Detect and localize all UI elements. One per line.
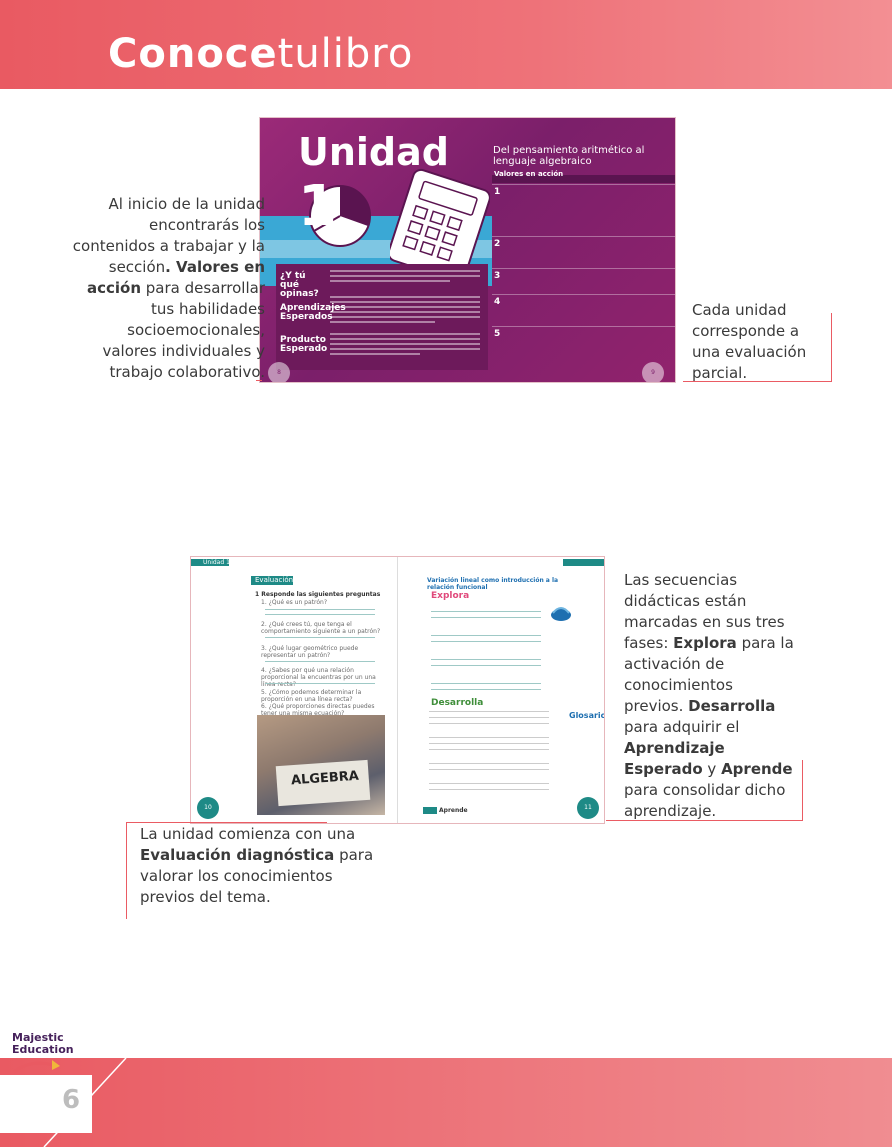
desarrolla-heading: Desarrolla bbox=[431, 698, 484, 708]
answer-line bbox=[431, 659, 541, 660]
unit-row: 1 bbox=[492, 184, 675, 237]
globe-icon bbox=[551, 607, 571, 621]
row-number: 2 bbox=[494, 239, 501, 249]
unit-tag-label: Unidad 1 bbox=[203, 559, 230, 566]
callout-text: para adquirir el bbox=[624, 718, 740, 736]
unit-tag bbox=[563, 559, 604, 566]
row-number: 1 bbox=[494, 187, 501, 197]
page-number-badge: 11 bbox=[577, 797, 599, 819]
title-light: tulibro bbox=[277, 31, 414, 77]
answer-line bbox=[265, 661, 375, 662]
callout-bracket bbox=[256, 262, 262, 381]
text-line bbox=[429, 717, 549, 718]
text-line bbox=[429, 763, 549, 764]
logo-swoosh-icon bbox=[13, 1060, 60, 1074]
callout-bold: Explora bbox=[673, 634, 737, 652]
aprendizajes-label: Aprendizajes Esperados bbox=[280, 303, 346, 322]
callout-bracket bbox=[606, 760, 803, 821]
row-number: 4 bbox=[494, 297, 501, 307]
unit-opener-spread: Unidad 1 ¿Y tú qué opinas? Aprendizajes … bbox=[259, 117, 676, 383]
question: 4. ¿Sabes por qué una relación proporcio… bbox=[261, 667, 376, 688]
opener-text-lines bbox=[330, 270, 480, 358]
unit-heading: Unidad 1 bbox=[298, 130, 492, 239]
unit-row: 3 bbox=[492, 268, 675, 295]
callout-bracket bbox=[683, 313, 832, 382]
answer-line bbox=[265, 683, 375, 684]
diagnostic-tab-label: Evaluación diagnóstica bbox=[255, 576, 336, 584]
answer-line bbox=[265, 614, 375, 615]
footer-banner bbox=[0, 1058, 892, 1147]
unit-word: Unidad bbox=[298, 130, 449, 174]
unit-opener-left-page: Unidad 1 ¿Y tú qué opinas? Aprendizajes … bbox=[260, 118, 492, 382]
unit-number: 1 bbox=[298, 174, 337, 239]
callout-bold: Desarrolla bbox=[688, 697, 776, 715]
text-line bbox=[429, 737, 549, 738]
unit-opener-info-box: ¿Y tú qué opinas? Aprendizajes Esperados… bbox=[276, 264, 488, 370]
text-line bbox=[429, 723, 549, 724]
title-bold: Conoce bbox=[108, 31, 278, 77]
answer-line bbox=[265, 609, 375, 610]
producto-label: Producto Esperado bbox=[280, 335, 328, 354]
unit-subtitle: Del pensamiento aritmético al lenguaje a… bbox=[493, 145, 645, 167]
unit-row: 4 bbox=[492, 294, 675, 327]
sequence-title: Variación lineal como introducción a la … bbox=[427, 577, 559, 591]
aprende-tab bbox=[423, 807, 437, 814]
callout-unit-start: Al inicio de la unidad encontrarás los c… bbox=[70, 194, 265, 383]
answer-line bbox=[265, 637, 375, 638]
diagnostic-instruction: 1 Responde las siguientes preguntas bbox=[255, 591, 381, 598]
unit-opener-right-page: Del pensamiento aritmético al lenguaje a… bbox=[492, 118, 675, 382]
text-line bbox=[429, 769, 549, 770]
callout-bracket bbox=[126, 822, 327, 919]
answer-line bbox=[431, 635, 541, 636]
question: 5. ¿Cómo podemos determinar la proporció… bbox=[261, 689, 362, 703]
text-line bbox=[429, 789, 549, 790]
answer-line bbox=[431, 689, 541, 690]
aprende-label: Aprende bbox=[439, 807, 468, 814]
row-number: 3 bbox=[494, 271, 501, 281]
question: 2. ¿Qué crees tú, que tenga el comportam… bbox=[261, 621, 381, 635]
question: 1. ¿Qué es un patrón? bbox=[261, 599, 328, 606]
page-divider bbox=[397, 557, 398, 823]
text-line bbox=[429, 711, 549, 712]
valores-label: Valores en acción bbox=[494, 170, 564, 178]
page-number-badge: 10 bbox=[197, 797, 219, 819]
answer-line bbox=[431, 641, 541, 642]
answer-line bbox=[431, 617, 541, 618]
sequence-spread: Unidad 1 Evaluación diagnóstica 1 Respon… bbox=[190, 556, 605, 824]
answer-line bbox=[431, 683, 541, 684]
text-line bbox=[429, 749, 549, 750]
opinas-label: ¿Y tú qué opinas? bbox=[280, 271, 319, 299]
question: 3. ¿Qué lugar geométrico puede represent… bbox=[261, 645, 359, 659]
text-line bbox=[429, 743, 549, 744]
unit-row: 2 bbox=[492, 236, 675, 269]
publisher-logo: Majestic Education bbox=[12, 1032, 74, 1080]
logo-line2: Education bbox=[12, 1043, 74, 1056]
page-number-badge: 9 bbox=[642, 362, 664, 382]
unit-row: 5 bbox=[492, 326, 675, 359]
page-number-badge: 8 bbox=[268, 362, 290, 382]
answer-line bbox=[431, 665, 541, 666]
students-photo: ALGEBRA bbox=[257, 715, 385, 815]
text-line bbox=[429, 783, 549, 784]
answer-line bbox=[431, 611, 541, 612]
explora-heading: Explora bbox=[431, 591, 470, 601]
page-number: 6 bbox=[62, 1085, 81, 1115]
row-number: 5 bbox=[494, 329, 501, 339]
glosario-heading: Glosario bbox=[569, 711, 605, 720]
page-title: Conocetulibro bbox=[108, 34, 413, 74]
